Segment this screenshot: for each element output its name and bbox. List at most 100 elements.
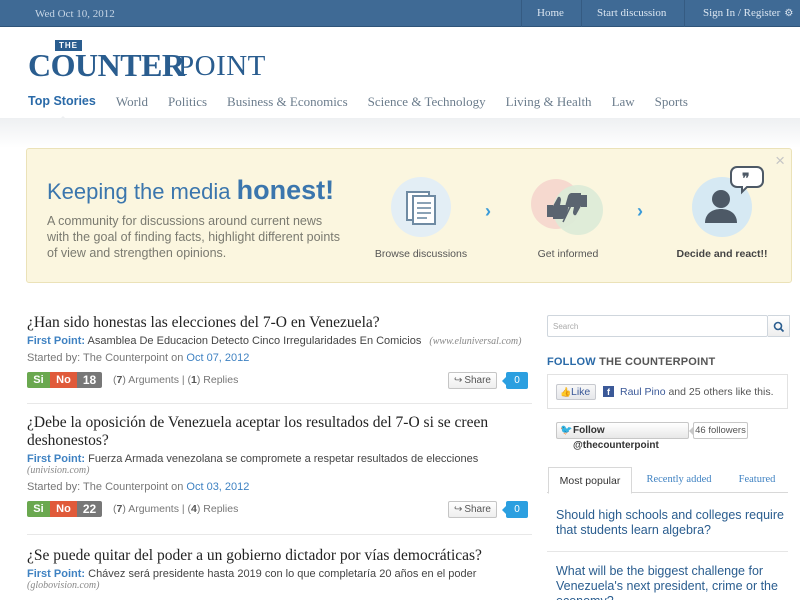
start-discussion-link[interactable]: Start discussion — [581, 0, 684, 27]
facebook-like-text: Raul Pino and 25 others like this. — [620, 386, 774, 398]
article-date[interactable]: Oct 03, 2012 — [186, 481, 249, 493]
arguments-label[interactable]: Arguments — [128, 374, 179, 386]
share-button[interactable]: ↪ Share — [448, 501, 497, 518]
twitter-follow-button[interactable]: 🐦 Follow @thecounterpoint — [556, 422, 689, 451]
sidebar-tabs: Most popular Recently added Featured — [547, 467, 788, 494]
facebook-like-button[interactable]: 👍 Like — [556, 384, 596, 400]
tab-most-popular[interactable]: Most popular — [548, 467, 632, 494]
banner-description: A community for discussions around curre… — [47, 214, 341, 260]
vote-no-button[interactable]: No — [50, 372, 77, 388]
share-count: 0 — [502, 372, 528, 389]
sign-in-link[interactable]: Sign In / Register ⚙ — [684, 0, 800, 27]
category-law[interactable]: Law — [612, 94, 635, 110]
article-source: (univision.com) — [27, 465, 90, 476]
tab-featured[interactable]: Featured — [727, 467, 787, 493]
replies-label[interactable]: Replies — [203, 503, 238, 515]
popular-item[interactable]: Should high schools and colleges require… — [556, 508, 796, 538]
banner-title: Keeping the media honest! — [47, 175, 334, 206]
replies-count: 4 — [191, 503, 197, 515]
facebook-friend-link[interactable]: Raul Pino — [620, 386, 666, 398]
twitter-followers-count: 46 followers — [689, 422, 748, 439]
article-divider — [27, 403, 532, 404]
svg-text:❞: ❞ — [742, 172, 750, 187]
logo-counter: COUNTER — [28, 47, 185, 83]
facebook-like-count: and 25 others like this. — [668, 386, 774, 398]
step-decide-label: Decide and react!! — [676, 248, 768, 260]
site-logo[interactable]: THE COUNTER POINT — [28, 40, 288, 85]
category-nav: Top Stories World Politics Business & Ec… — [28, 94, 708, 123]
top-nav: Home Start discussion Sign In / Register… — [521, 0, 800, 27]
search-button[interactable] — [768, 315, 790, 337]
article-title[interactable]: ¿Debe la oposición de Venezuela aceptar … — [27, 414, 532, 450]
gear-icon: ⚙ — [784, 8, 794, 19]
category-living[interactable]: Living & Health — [506, 94, 592, 110]
facebook-icon: f — [603, 386, 614, 397]
replies-count: 1 — [191, 374, 197, 386]
search-icon — [773, 321, 785, 333]
popular-item[interactable]: What will be the biggest challenge for V… — [556, 564, 796, 600]
article-item: ¿Se puede quitar del poder a un gobierno… — [27, 547, 532, 591]
arguments-count: 7 — [116, 374, 123, 386]
first-point-text[interactable]: Fuerza Armada venezolana se compromete a… — [88, 453, 478, 465]
category-top-stories[interactable]: Top Stories — [28, 94, 96, 110]
first-point-text[interactable]: Chávez será presidente hasta 2019 con lo… — [88, 568, 476, 580]
header-band — [0, 118, 800, 148]
arguments-label[interactable]: Arguments — [128, 503, 179, 515]
started-by-label: Started by: The Counterpoint on — [27, 481, 184, 493]
share-icon: ↪ — [454, 375, 463, 386]
follow-prefix: FOLLOW — [547, 356, 596, 368]
category-science[interactable]: Science & Technology — [368, 94, 486, 110]
vote-widget: Si No 22 — [27, 501, 102, 517]
site-header: THE COUNTER POINT Top Stories World Poli… — [0, 28, 800, 123]
first-point-label: First Point: — [27, 568, 86, 580]
article-controls: Si No 22 (7) Arguments | (4) Replies ↪ Sh… — [27, 501, 532, 519]
search-input[interactable]: Search — [547, 315, 768, 337]
started-by-label: Started by: The Counterpoint on — [27, 352, 184, 364]
article-title[interactable]: ¿Han sido honestas las elecciones del 7-… — [27, 314, 532, 332]
sign-in-label: Sign In / Register — [703, 7, 781, 19]
current-date: Wed Oct 10, 2012 — [35, 8, 115, 20]
vote-si-button[interactable]: Si — [27, 372, 50, 388]
replies-label[interactable]: Replies — [203, 374, 238, 386]
category-sports[interactable]: Sports — [655, 94, 688, 110]
home-link[interactable]: Home — [521, 0, 581, 27]
share-icon: ↪ — [454, 504, 463, 515]
started-by: Started by: The Counterpoint on Oct 07, … — [27, 352, 532, 364]
twitter-bird-icon: 🐦 — [560, 425, 573, 436]
like-label: Like — [571, 386, 591, 398]
article-title[interactable]: ¿Se puede quitar del poder a un gobierno… — [27, 547, 532, 565]
article-source: (www.eluniversal.com) — [429, 336, 522, 347]
arguments-count: 7 — [116, 503, 123, 515]
category-politics[interactable]: Politics — [168, 94, 207, 110]
follow-name: THE COUNTERPOINT — [599, 356, 716, 368]
step-informed-label: Get informed — [537, 248, 599, 260]
first-point: First Point: Fuerza Armada venezolana se… — [27, 453, 532, 465]
share-count: 0 — [502, 501, 528, 518]
tab-recently-added[interactable]: Recently added — [639, 467, 719, 493]
vote-no-button[interactable]: No — [50, 501, 77, 517]
top-bar: Wed Oct 10, 2012 Home Start discussion S… — [0, 0, 800, 27]
twitter-follow-label: Follow @thecounterpoint — [573, 425, 659, 451]
facebook-like-box: 👍 Like f Raul Pino and 25 others like thi… — [547, 374, 788, 409]
share-label: Share — [464, 504, 491, 515]
category-world[interactable]: World — [116, 94, 148, 110]
step-browse: Browse discussions — [371, 177, 471, 260]
logo-point: POINT — [178, 50, 266, 82]
share-label: Share — [464, 375, 491, 386]
person-speech-icon: ❞ — [692, 166, 764, 237]
thumbs-icon — [531, 177, 603, 237]
banner-title-emphasis: honest! — [236, 175, 335, 205]
article-date[interactable]: Oct 07, 2012 — [186, 352, 249, 364]
article-item: ¿Debe la oposición de Venezuela aceptar … — [27, 414, 532, 519]
category-business[interactable]: Business & Economics — [227, 94, 348, 110]
like-thumb-icon: 👍 — [560, 387, 572, 397]
article-controls: Si No 18 (7) Arguments | (1) Replies ↪ Sh… — [27, 372, 532, 390]
article-divider — [27, 534, 532, 535]
first-point-text[interactable]: Asamblea De Educacion Detecto Cinco Irre… — [88, 335, 422, 347]
step-browse-label: Browse discussions — [374, 248, 468, 260]
article-meta: (7) Arguments | (1) Replies — [113, 374, 239, 386]
vote-si-button[interactable]: Si — [27, 501, 50, 517]
popular-divider — [547, 551, 788, 552]
first-point: First Point: Chávez será presidente hast… — [27, 568, 532, 580]
share-button[interactable]: ↪ Share — [448, 372, 497, 389]
